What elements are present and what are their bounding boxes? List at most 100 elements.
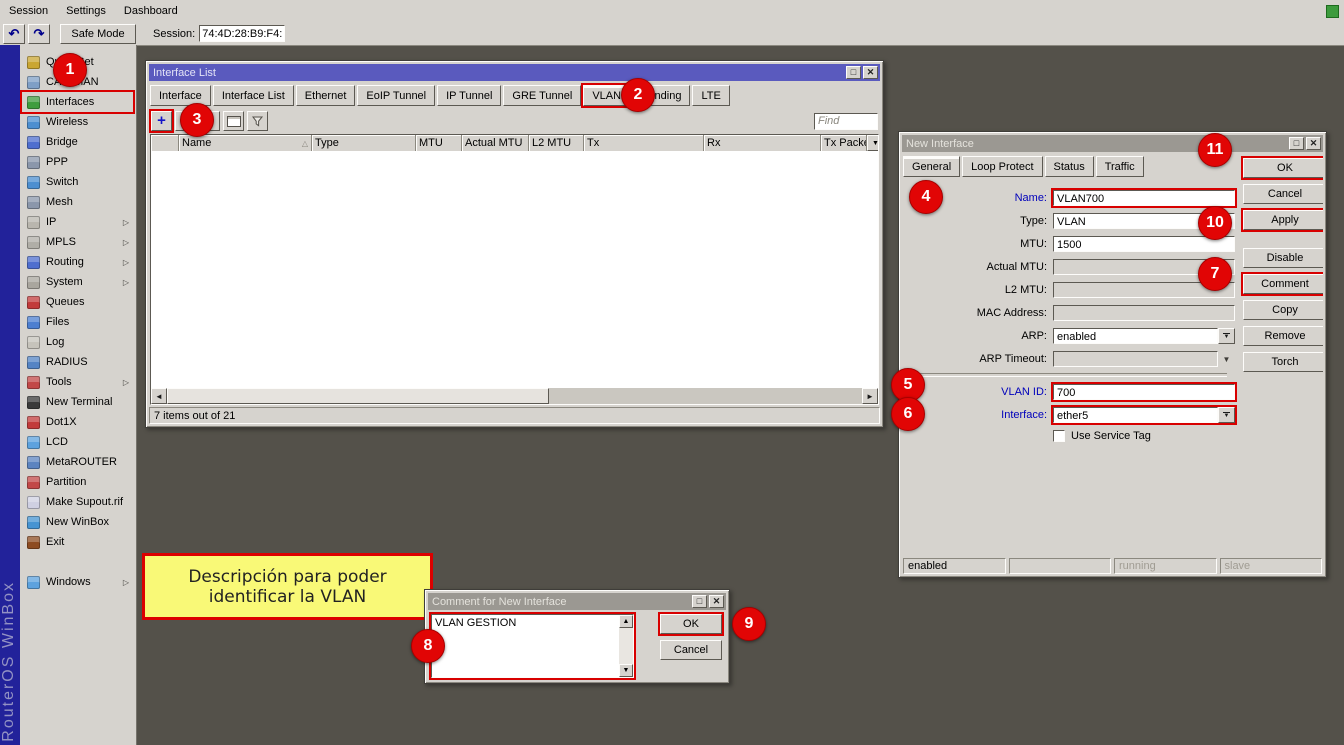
tab-general[interactable]: General (903, 156, 960, 177)
sidebar-item-windows[interactable]: Windows▷ (22, 572, 133, 592)
redo-icon: ↷ (34, 26, 45, 42)
tab-status[interactable]: Status (1045, 156, 1094, 177)
interface-select[interactable]: ether5 (1053, 407, 1218, 423)
sidebar-item-files[interactable]: Files (22, 312, 133, 332)
comment-dialog-titlebar[interactable]: Comment for New Interface □ ✕ (428, 593, 726, 610)
column-header-mtu[interactable]: MTU (416, 135, 462, 151)
chevron-down-icon[interactable]: ▼ (1218, 351, 1235, 367)
safe-mode-button[interactable]: Safe Mode (60, 24, 136, 44)
tab-lte[interactable]: LTE (692, 85, 729, 106)
sidebar-item-mesh[interactable]: Mesh (22, 192, 133, 212)
sidebar-item-switch[interactable]: Switch (22, 172, 133, 192)
close-button[interactable]: ✕ (709, 595, 724, 608)
routing-icon (27, 256, 40, 269)
ok-button[interactable]: OK (660, 614, 722, 634)
tab-interface-list[interactable]: Interface List (213, 85, 294, 106)
sidebar-item-dot1x[interactable]: Dot1X (22, 412, 133, 432)
column-header-select[interactable] (151, 135, 179, 151)
close-button[interactable]: ✕ (1306, 137, 1321, 150)
undo-button[interactable]: ↶ (3, 24, 25, 44)
arp-select[interactable]: enabled (1053, 328, 1218, 344)
interface-list-window: Interface List □ ✕ InterfaceInterface Li… (145, 60, 884, 428)
maximize-button[interactable]: □ (846, 66, 861, 79)
session-input[interactable] (199, 25, 285, 42)
sidebar-item-queues[interactable]: Queues (22, 292, 133, 312)
find-input[interactable] (814, 113, 878, 130)
scroll-thumb[interactable] (167, 388, 549, 404)
menu-settings[interactable]: Settings (57, 2, 115, 20)
cancel-button[interactable]: Cancel (1243, 184, 1323, 204)
ok-button[interactable]: OK (1243, 158, 1323, 178)
apply-button[interactable]: Apply (1243, 210, 1323, 230)
arp-dropdown-button[interactable]: ▼ (1218, 328, 1235, 344)
scroll-down-button[interactable]: ▼ (619, 664, 633, 677)
tab-traffic[interactable]: Traffic (1096, 156, 1144, 177)
sidebar-item-wireless[interactable]: Wireless (22, 112, 133, 132)
scroll-track[interactable] (167, 388, 862, 404)
redo-button[interactable]: ↷ (28, 24, 50, 44)
sidebar-item-make-supout[interactable]: Make Supout.rif (22, 492, 133, 512)
make-supout-icon (27, 496, 40, 509)
sidebar-item-bridge[interactable]: Bridge (22, 132, 133, 152)
sidebar-item-label: LCD (46, 436, 129, 448)
sidebar-item-label: Switch (46, 176, 129, 188)
sidebar-item-partition[interactable]: Partition (22, 472, 133, 492)
sidebar-item-ip[interactable]: IP▷ (22, 212, 133, 232)
vertical-scrollbar[interactable]: ▲ ▼ (619, 615, 633, 677)
sidebar-item-system[interactable]: System▷ (22, 272, 133, 292)
use-service-tag-checkbox[interactable] (1053, 430, 1065, 442)
close-button[interactable]: ✕ (863, 66, 878, 79)
column-header-l2-mtu[interactable]: L2 MTU (529, 135, 584, 151)
tab-ethernet[interactable]: Ethernet (296, 85, 356, 106)
cancel-button[interactable]: Cancel (660, 640, 722, 660)
scroll-right-button[interactable]: ► (862, 388, 878, 404)
sidebar-item-interfaces[interactable]: Interfaces (22, 92, 133, 112)
sidebar-item-tools[interactable]: Tools▷ (22, 372, 133, 392)
comment-textarea[interactable]: VLAN GESTION ▲ ▼ (431, 614, 634, 678)
filter-button[interactable] (247, 111, 268, 131)
disable-button[interactable]: Disable (1243, 248, 1323, 268)
column-header-rx[interactable]: Rx (704, 135, 821, 151)
vlan-id-field[interactable]: 700 (1053, 384, 1235, 400)
add-button[interactable]: + (151, 111, 172, 131)
sidebar-item-exit[interactable]: Exit (22, 532, 133, 552)
name-field[interactable]: VLAN700 (1053, 190, 1235, 206)
tab-gre-tunnel[interactable]: GRE Tunnel (503, 85, 581, 106)
remove-button[interactable]: Remove (1243, 326, 1323, 346)
tab-eoip-tunnel[interactable]: EoIP Tunnel (357, 85, 435, 106)
sidebar-item-mpls[interactable]: MPLS▷ (22, 232, 133, 252)
sidebar-item-routing[interactable]: Routing▷ (22, 252, 133, 272)
new-interface-titlebar[interactable]: New Interface □ ✕ (902, 135, 1323, 152)
horizontal-scrollbar[interactable]: ◄ ► (151, 388, 878, 404)
column-header-name[interactable]: Name△ (179, 135, 312, 151)
sidebar-item-metarouter[interactable]: MetaROUTER (22, 452, 133, 472)
sidebar-item-lcd[interactable]: LCD (22, 432, 133, 452)
interface-dropdown-button[interactable]: ▼ (1218, 407, 1235, 423)
scroll-up-button[interactable]: ▲ (619, 615, 633, 628)
column-header-tx-packe[interactable]: Tx Packe (821, 135, 867, 151)
column-header-type[interactable]: Type (312, 135, 416, 151)
sidebar-item-label: Interfaces (46, 96, 129, 108)
tab-loop-protect[interactable]: Loop Protect (962, 156, 1042, 177)
scroll-track[interactable] (619, 628, 633, 664)
scroll-left-button[interactable]: ◄ (151, 388, 167, 404)
column-header-actual-mtu[interactable]: Actual MTU (462, 135, 529, 151)
sidebar-item-new-winbox[interactable]: New WinBox (22, 512, 133, 532)
tab-ip-tunnel[interactable]: IP Tunnel (437, 85, 501, 106)
copy-button[interactable]: Copy (1243, 300, 1323, 320)
sidebar-item-log[interactable]: Log (22, 332, 133, 352)
interface-list-titlebar[interactable]: Interface List □ ✕ (149, 64, 880, 81)
sidebar-item-radius[interactable]: RADIUS (22, 352, 133, 372)
sidebar-item-ppp[interactable]: PPP (22, 152, 133, 172)
menu-session[interactable]: Session (0, 2, 57, 20)
menu-dashboard[interactable]: Dashboard (115, 2, 187, 20)
comment-button[interactable]: Comment (1243, 274, 1323, 294)
sidebar-item-new-terminal[interactable]: New Terminal (22, 392, 133, 412)
maximize-button[interactable]: □ (1289, 137, 1304, 150)
interface-list-body[interactable] (151, 151, 878, 388)
comment-button[interactable] (223, 111, 244, 131)
torch-button[interactable]: Torch (1243, 352, 1323, 372)
maximize-button[interactable]: □ (692, 595, 707, 608)
column-header-tx[interactable]: Tx (584, 135, 704, 151)
column-chooser-button[interactable]: ▼ (867, 135, 878, 151)
